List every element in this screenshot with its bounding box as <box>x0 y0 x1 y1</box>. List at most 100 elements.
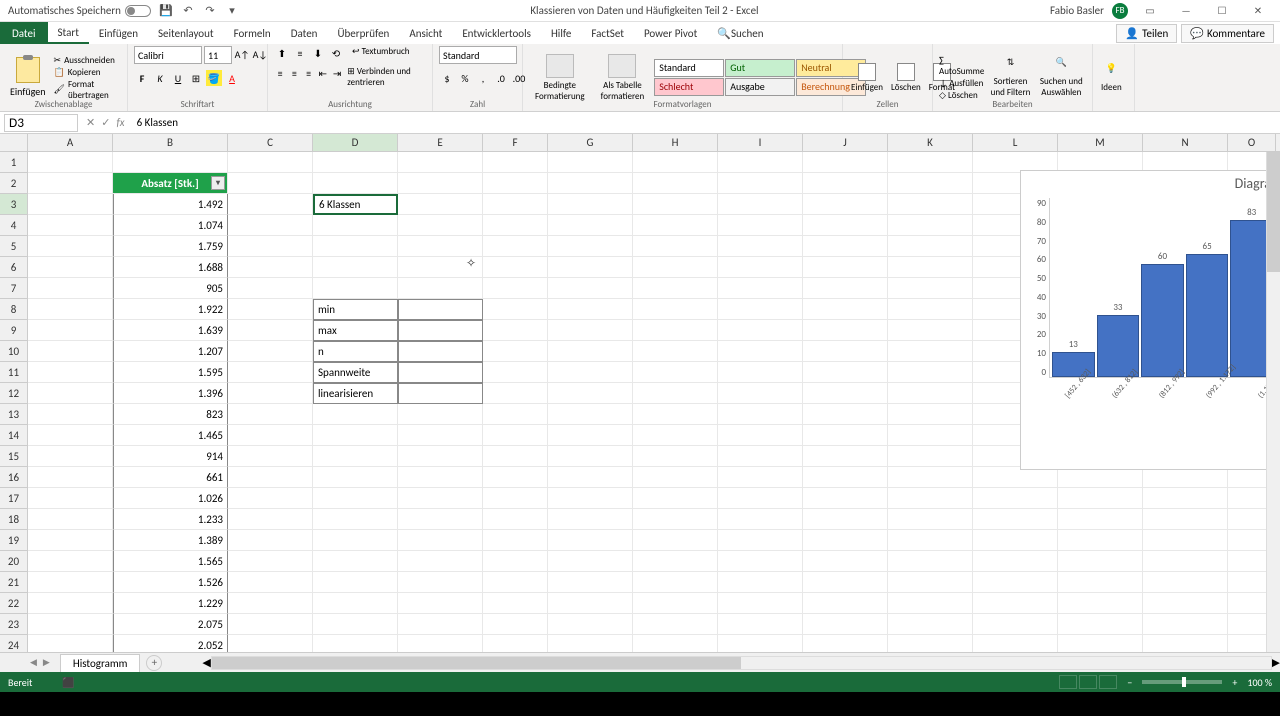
hscroll-left-icon[interactable]: ◀ <box>202 656 210 669</box>
cell[interactable] <box>28 425 113 446</box>
cell[interactable] <box>313 215 398 236</box>
cell[interactable] <box>888 404 973 425</box>
cell[interactable] <box>803 215 888 236</box>
cell[interactable] <box>228 425 313 446</box>
confirm-formula-icon[interactable]: ✓ <box>101 116 110 129</box>
cell[interactable] <box>888 467 973 488</box>
cell[interactable] <box>313 488 398 509</box>
cell[interactable] <box>398 614 483 635</box>
cell[interactable] <box>633 341 718 362</box>
cell[interactable] <box>633 509 718 530</box>
cell[interactable] <box>633 551 718 572</box>
cell[interactable] <box>313 152 398 173</box>
cell[interactable] <box>398 362 483 383</box>
cell[interactable] <box>718 278 803 299</box>
cell[interactable] <box>1058 614 1143 635</box>
tab-entwicklertools[interactable]: Entwicklertools <box>452 22 541 44</box>
cell[interactable] <box>398 425 483 446</box>
cell[interactable] <box>228 299 313 320</box>
cell[interactable] <box>228 383 313 404</box>
cell[interactable] <box>1143 593 1228 614</box>
cell[interactable] <box>398 530 483 551</box>
cell[interactable]: 1.759 <box>113 236 228 257</box>
cell[interactable] <box>483 299 548 320</box>
cell[interactable]: 914 <box>113 446 228 467</box>
view-normal-icon[interactable] <box>1059 675 1077 689</box>
cell[interactable] <box>228 467 313 488</box>
decrease-indent-icon[interactable]: ⇤ <box>317 66 329 80</box>
row-header[interactable]: 16 <box>0 467 28 488</box>
cell[interactable]: 1.465 <box>113 425 228 446</box>
cell[interactable] <box>718 362 803 383</box>
cell[interactable] <box>548 383 633 404</box>
col-header-O[interactable]: O <box>1228 134 1276 151</box>
cell[interactable] <box>548 278 633 299</box>
cell[interactable] <box>228 320 313 341</box>
cell[interactable] <box>633 257 718 278</box>
cell[interactable]: 2.075 <box>113 614 228 635</box>
cell[interactable] <box>803 509 888 530</box>
cell[interactable] <box>803 593 888 614</box>
cell[interactable] <box>718 299 803 320</box>
cell[interactable] <box>228 635 313 652</box>
tab-powerpivot[interactable]: Power Pivot <box>634 22 707 44</box>
row-header[interactable]: 2 <box>0 173 28 194</box>
cell[interactable] <box>1058 509 1143 530</box>
fill-color-button[interactable]: 🪣 <box>206 70 222 86</box>
cell[interactable] <box>888 383 973 404</box>
orientation-icon[interactable]: ⟲ <box>328 46 344 60</box>
cell[interactable] <box>633 236 718 257</box>
cell[interactable] <box>313 551 398 572</box>
cell[interactable]: 1.922 <box>113 299 228 320</box>
cell[interactable] <box>483 614 548 635</box>
cell[interactable] <box>633 404 718 425</box>
cell[interactable] <box>28 572 113 593</box>
number-format-select[interactable] <box>439 46 517 64</box>
cell[interactable] <box>28 299 113 320</box>
row-header[interactable]: 11 <box>0 362 28 383</box>
cell[interactable] <box>1143 614 1228 635</box>
cell[interactable] <box>228 614 313 635</box>
cell[interactable] <box>28 530 113 551</box>
cell[interactable] <box>633 362 718 383</box>
cell[interactable] <box>803 530 888 551</box>
cell[interactable] <box>803 425 888 446</box>
cell[interactable] <box>313 530 398 551</box>
row-header[interactable]: 22 <box>0 593 28 614</box>
cell[interactable] <box>548 425 633 446</box>
cell[interactable] <box>803 362 888 383</box>
cell[interactable] <box>483 278 548 299</box>
cell[interactable] <box>548 362 633 383</box>
cell[interactable] <box>28 278 113 299</box>
cell[interactable] <box>718 404 803 425</box>
cell[interactable] <box>888 425 973 446</box>
cell[interactable]: 1.229 <box>113 593 228 614</box>
col-header-G[interactable]: G <box>548 134 633 151</box>
align-left-icon[interactable]: ≡ <box>274 66 286 80</box>
cell[interactable] <box>888 446 973 467</box>
cut-button[interactable]: ✂ Ausschneiden <box>54 55 121 66</box>
cell[interactable] <box>548 509 633 530</box>
add-sheet-button[interactable]: + <box>146 655 162 671</box>
cell[interactable] <box>633 467 718 488</box>
cell[interactable] <box>313 257 398 278</box>
cell[interactable] <box>228 173 313 194</box>
cell[interactable] <box>633 572 718 593</box>
cell[interactable] <box>718 152 803 173</box>
cell[interactable] <box>113 152 228 173</box>
merge-button[interactable]: ⊞ Verbinden und zentrieren <box>347 66 426 88</box>
cell[interactable] <box>313 593 398 614</box>
view-page-layout-icon[interactable] <box>1079 675 1097 689</box>
zoom-in-icon[interactable]: + <box>1232 676 1237 689</box>
cell[interactable] <box>398 509 483 530</box>
close-icon[interactable]: ✕ <box>1244 2 1272 20</box>
cell[interactable] <box>228 236 313 257</box>
style-standard[interactable]: Standard <box>654 59 724 77</box>
row-header[interactable]: 24 <box>0 635 28 652</box>
cell[interactable] <box>28 320 113 341</box>
cell[interactable] <box>28 341 113 362</box>
cell[interactable] <box>28 194 113 215</box>
cell[interactable] <box>803 404 888 425</box>
row-header[interactable]: 19 <box>0 530 28 551</box>
cell[interactable]: 1.595 <box>113 362 228 383</box>
